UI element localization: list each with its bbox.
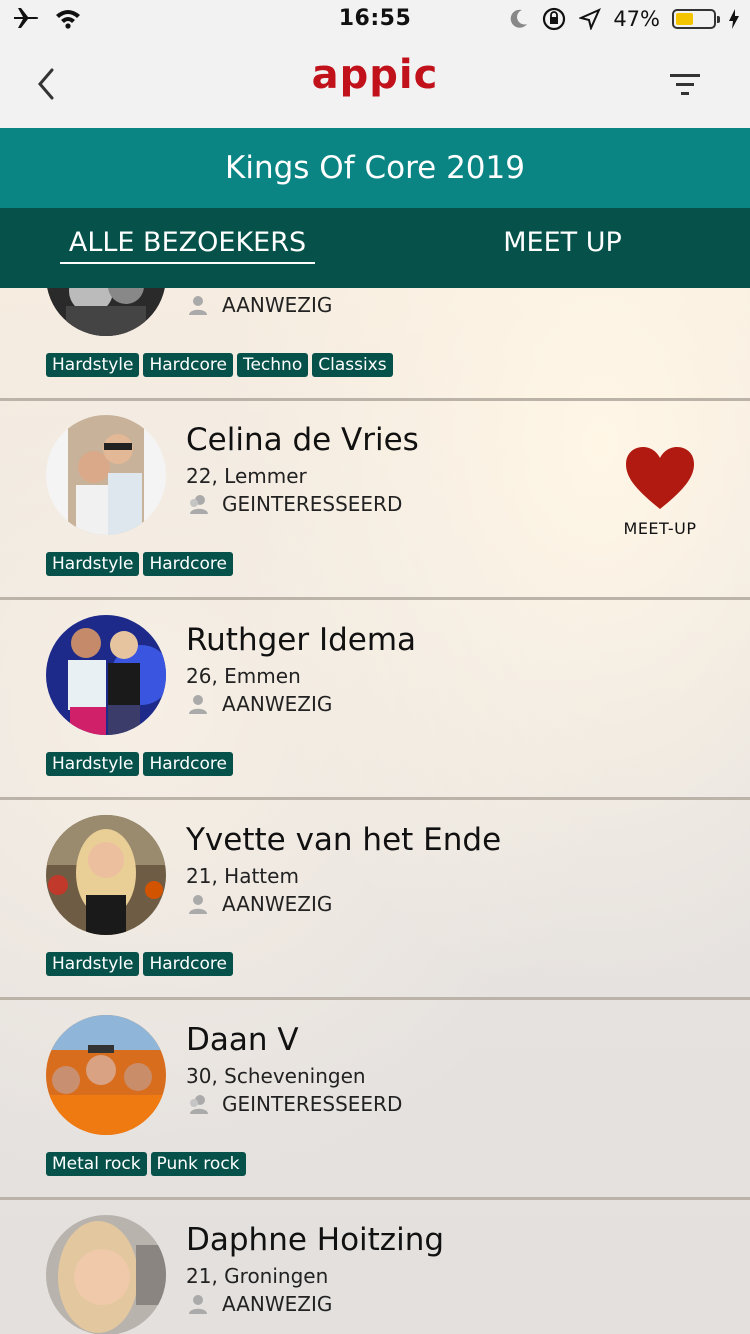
attendee-age-city: 21, Hattem (186, 864, 299, 888)
avatar[interactable] (46, 1215, 166, 1334)
list-item[interactable]: Daan V 30, Scheveningen GEINTERESSEERD M… (0, 1000, 750, 1200)
avatar[interactable] (46, 415, 166, 535)
attendance-status: AANWEZIG (186, 890, 332, 918)
tab-label: MEET UP (503, 227, 622, 258)
person-icon (189, 1295, 207, 1314)
status-bar: 16:55 47% (0, 0, 750, 40)
person-icon (189, 296, 207, 315)
meetup-label: MEET-UP (623, 519, 697, 538)
app-logo[interactable]: appic (0, 52, 750, 98)
attendee-age-city: 26, Emmen (186, 664, 301, 688)
filter-icon (670, 74, 700, 95)
attendance-status: GEINTERESSEERD (186, 1090, 402, 1118)
attendance-status: AANWEZIG (186, 291, 332, 319)
meetup-button[interactable]: MEET-UP (615, 445, 705, 538)
orientation-lock-icon (543, 7, 566, 31)
status-text: AANWEZIG (222, 692, 333, 716)
status-text: AANWEZIG (222, 1292, 333, 1316)
genre-tag: Metal rock (46, 1152, 147, 1176)
list-item[interactable]: Ruthger Idema 26, Emmen AANWEZIG Hardsty… (0, 600, 750, 800)
genre-tags: Hardstyle Hardcore (46, 552, 233, 576)
people-icon (190, 1095, 208, 1114)
genre-tag: Punk rock (150, 1152, 246, 1176)
event-title: Kings Of Core 2019 (0, 128, 750, 208)
genre-tag: Hardstyle (46, 752, 140, 776)
tab-bar: ALLE BEZOEKERS MEET UP (0, 208, 750, 288)
genre-tag: Hardcore (143, 952, 233, 976)
genre-tag: Hardcore (143, 752, 233, 776)
battery-icon (672, 9, 720, 29)
tab-label: ALLE BEZOEKERS (68, 227, 307, 258)
person-icon (189, 895, 207, 914)
active-tab-indicator (60, 262, 315, 264)
attendee-name[interactable]: Celina de Vries (186, 422, 419, 458)
genre-tag: Techno (236, 353, 309, 377)
genre-tags: Hardstyle Hardcore Techno Classixs (46, 353, 393, 377)
genre-tag: Classixs (312, 353, 393, 377)
filter-button[interactable] (666, 70, 706, 100)
location-arrow-icon (579, 8, 602, 30)
tab-meet-up[interactable]: MEET UP (440, 208, 685, 288)
genre-tag: Hardcore (143, 552, 233, 576)
attendee-list[interactable]: AANWEZIG Hardstyle Hardcore Techno Class… (0, 288, 750, 1334)
attendee-name[interactable]: Daphne Hoitzing (186, 1222, 444, 1258)
list-item[interactable]: Yvette van het Ende 21, Hattem AANWEZIG … (0, 800, 750, 1000)
genre-tags: Hardstyle Hardcore (46, 752, 233, 776)
moon-icon (511, 9, 528, 28)
attendance-status: AANWEZIG (186, 690, 332, 718)
tab-alle-bezoekers[interactable]: ALLE BEZOEKERS (60, 208, 315, 288)
status-text: GEINTERESSEERD (222, 492, 403, 516)
heart-icon (626, 447, 694, 509)
avatar[interactable] (46, 288, 166, 336)
nav-bar: appic (0, 40, 750, 129)
attendance-status: GEINTERESSEERD (186, 490, 402, 518)
genre-tags: Metal rock Punk rock (46, 1152, 246, 1176)
genre-tags: Hardstyle Hardcore (46, 952, 233, 976)
genre-tag: Hardstyle (46, 353, 140, 377)
attendance-status: AANWEZIG (186, 1290, 332, 1318)
avatar[interactable] (46, 815, 166, 935)
status-right: 47% (509, 6, 740, 32)
attendee-name[interactable]: Daan V (186, 1022, 299, 1058)
avatar[interactable] (46, 1015, 166, 1135)
charging-bolt-icon (729, 9, 739, 29)
attendee-name[interactable]: Ruthger Idema (186, 622, 416, 658)
list-item[interactable]: Celina de Vries 22, Lemmer GEINTERESSEER… (0, 400, 750, 600)
list-item[interactable]: AANWEZIG Hardstyle Hardcore Techno Class… (0, 288, 750, 401)
genre-tag: Hardstyle (46, 552, 140, 576)
avatar[interactable] (46, 615, 166, 735)
status-text: AANWEZIG (222, 892, 333, 916)
list-item[interactable]: Daphne Hoitzing 21, Groningen AANWEZIG (0, 1200, 750, 1334)
attendee-age-city: 30, Scheveningen (186, 1064, 366, 1088)
status-text: GEINTERESSEERD (222, 1092, 403, 1116)
battery-percent: 47% (613, 7, 660, 31)
genre-tag: Hardcore (143, 353, 233, 377)
attendee-name[interactable]: Yvette van het Ende (186, 822, 501, 858)
status-text: AANWEZIG (222, 293, 333, 317)
attendee-age-city: 21, Groningen (186, 1264, 329, 1288)
battery-fill (676, 13, 693, 25)
people-icon (190, 495, 208, 514)
attendee-age-city: 22, Lemmer (186, 464, 307, 488)
genre-tag: Hardstyle (46, 952, 140, 976)
person-icon (189, 695, 207, 714)
